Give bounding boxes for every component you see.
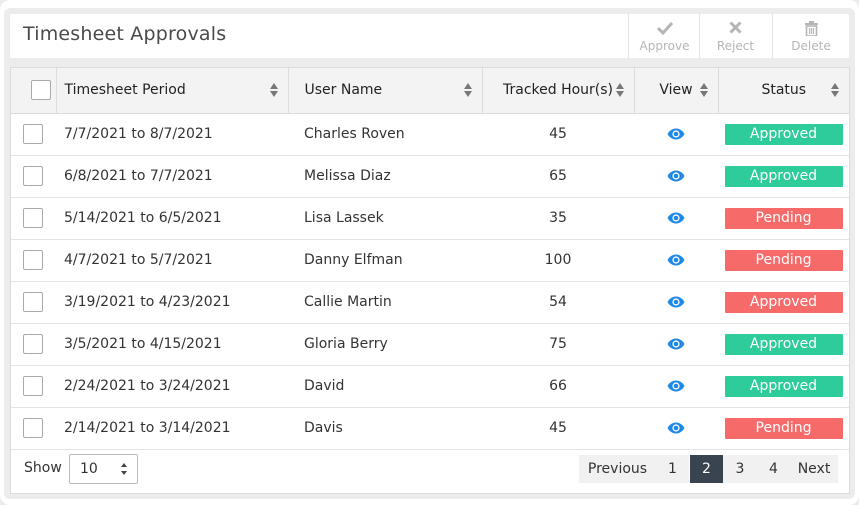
user-cell: Charles Roven	[288, 113, 482, 156]
period-cell: 6/8/2021 to 7/7/2021	[56, 155, 288, 198]
period-cell: 2/24/2021 to 3/24/2021	[56, 365, 288, 408]
table-footer: Show 10 Previous 1 2 3 4 Next	[11, 444, 849, 493]
column-header-status[interactable]: Status	[718, 68, 849, 114]
page-size-value: 10	[80, 461, 98, 477]
table-row: 7/7/2021 to 8/7/2021 Charles Roven 45 Ap…	[11, 113, 849, 156]
hours-cell: 100	[482, 239, 634, 282]
period-cell: 5/14/2021 to 6/5/2021	[56, 197, 288, 240]
status-badge: Approved	[724, 165, 843, 187]
row-checkbox[interactable]	[23, 292, 43, 312]
column-label-status: Status	[761, 82, 807, 99]
eye-icon[interactable]	[667, 128, 685, 140]
delete-button[interactable]: Delete	[772, 14, 849, 58]
status-badge: Pending	[724, 417, 843, 439]
period-cell: 2/14/2021 to 3/14/2021	[56, 407, 288, 450]
hours-cell: 35	[482, 197, 634, 240]
row-checkbox[interactable]	[23, 334, 43, 354]
row-checkbox[interactable]	[23, 166, 43, 186]
eye-icon[interactable]	[667, 254, 685, 266]
period-cell: 3/5/2021 to 4/15/2021	[56, 323, 288, 366]
hours-cell: 75	[482, 323, 634, 366]
sort-icon[interactable]	[463, 83, 472, 97]
timesheet-table: Timesheet Period User Name Tracked Hour(…	[11, 68, 849, 450]
check-icon	[629, 21, 700, 37]
delete-label: Delete	[791, 39, 831, 53]
column-header-view[interactable]: View	[634, 68, 719, 114]
user-cell: Callie Martin	[288, 281, 482, 324]
table-row: 2/14/2021 to 3/14/2021 Davis 45 Pending	[11, 407, 849, 450]
column-header-hours[interactable]: Tracked Hour(s)	[482, 68, 635, 114]
column-label-user: User Name	[304, 82, 383, 99]
row-checkbox[interactable]	[23, 250, 43, 270]
reject-label: Reject	[716, 39, 755, 53]
page-button-3[interactable]: 3	[723, 455, 757, 483]
status-badge: Approved	[724, 291, 843, 313]
column-label-hours: Tracked Hour(s)	[502, 82, 614, 99]
approve-label: Approve	[639, 39, 690, 53]
hours-cell: 54	[482, 281, 634, 324]
user-cell: Danny Elfman	[288, 239, 482, 282]
sort-icon[interactable]	[831, 83, 839, 97]
x-icon	[700, 21, 771, 37]
previous-button[interactable]: Previous	[579, 455, 656, 483]
user-cell: David	[288, 365, 482, 408]
page-size-select[interactable]: 10	[69, 454, 138, 484]
period-cell: 3/19/2021 to 4/23/2021	[56, 281, 288, 324]
row-checkbox[interactable]	[23, 124, 43, 144]
user-cell: Gloria Berry	[288, 323, 482, 366]
status-badge: Pending	[724, 249, 843, 271]
hours-cell: 45	[482, 113, 634, 156]
header-bar: Timesheet Approvals Approve Reject Delet…	[10, 14, 849, 58]
page-button-2[interactable]: 2	[690, 455, 723, 483]
column-label-period: Timesheet Period	[64, 82, 186, 99]
trash-icon	[773, 21, 849, 37]
reject-button[interactable]: Reject	[699, 14, 771, 58]
user-cell: Lisa Lassek	[288, 197, 482, 240]
table-header-row: Timesheet Period User Name Tracked Hour(…	[11, 68, 849, 114]
table-row: 4/7/2021 to 5/7/2021 Danny Elfman 100 Pe…	[11, 239, 849, 282]
period-cell: 4/7/2021 to 5/7/2021	[56, 239, 288, 282]
column-header-user[interactable]: User Name	[288, 68, 483, 114]
user-cell: Davis	[288, 407, 482, 450]
page-button-4[interactable]: 4	[757, 455, 790, 483]
status-badge: Approved	[724, 333, 843, 355]
eye-icon[interactable]	[667, 296, 685, 308]
page-title: Timesheet Approvals	[23, 23, 227, 45]
row-checkbox[interactable]	[23, 376, 43, 396]
sort-icon[interactable]	[699, 83, 708, 97]
hours-cell: 66	[482, 365, 634, 408]
status-badge: Approved	[724, 123, 843, 145]
approve-button[interactable]: Approve	[628, 14, 700, 58]
eye-icon[interactable]	[667, 338, 685, 350]
table-row: 3/19/2021 to 4/23/2021 Callie Martin 54 …	[11, 281, 849, 324]
timesheet-grid: Timesheet Period User Name Tracked Hour(…	[10, 67, 850, 494]
user-cell: Melissa Diaz	[288, 155, 482, 198]
table-row: 3/5/2021 to 4/15/2021 Gloria Berry 75 Ap…	[11, 323, 849, 366]
row-checkbox[interactable]	[23, 418, 43, 438]
select-all-checkbox[interactable]	[31, 80, 51, 101]
sort-icon[interactable]	[269, 83, 278, 97]
hours-cell: 65	[482, 155, 634, 198]
table-row: 6/8/2021 to 7/7/2021 Melissa Diaz 65 App…	[11, 155, 849, 198]
hours-cell: 45	[482, 407, 634, 450]
show-label: Show	[24, 460, 62, 476]
select-all-header	[11, 68, 57, 114]
column-label-view: View	[659, 82, 693, 99]
eye-icon[interactable]	[667, 212, 685, 224]
next-button[interactable]: Next	[790, 455, 838, 483]
status-badge: Pending	[724, 207, 843, 229]
table-row: 2/24/2021 to 3/24/2021 David 66 Approved	[11, 365, 849, 408]
table-row: 5/14/2021 to 6/5/2021 Lisa Lassek 35 Pen…	[11, 197, 849, 240]
select-caret-icon	[121, 463, 127, 475]
eye-icon[interactable]	[667, 422, 685, 434]
period-cell: 7/7/2021 to 8/7/2021	[56, 113, 288, 156]
status-badge: Approved	[724, 375, 843, 397]
eye-icon[interactable]	[667, 170, 685, 182]
column-header-period[interactable]: Timesheet Period	[56, 68, 289, 114]
sort-icon[interactable]	[615, 83, 624, 97]
row-checkbox[interactable]	[23, 208, 43, 228]
table-body: 7/7/2021 to 8/7/2021 Charles Roven 45 Ap…	[11, 113, 849, 450]
page-button-1[interactable]: 1	[656, 455, 689, 483]
eye-icon[interactable]	[667, 380, 685, 392]
